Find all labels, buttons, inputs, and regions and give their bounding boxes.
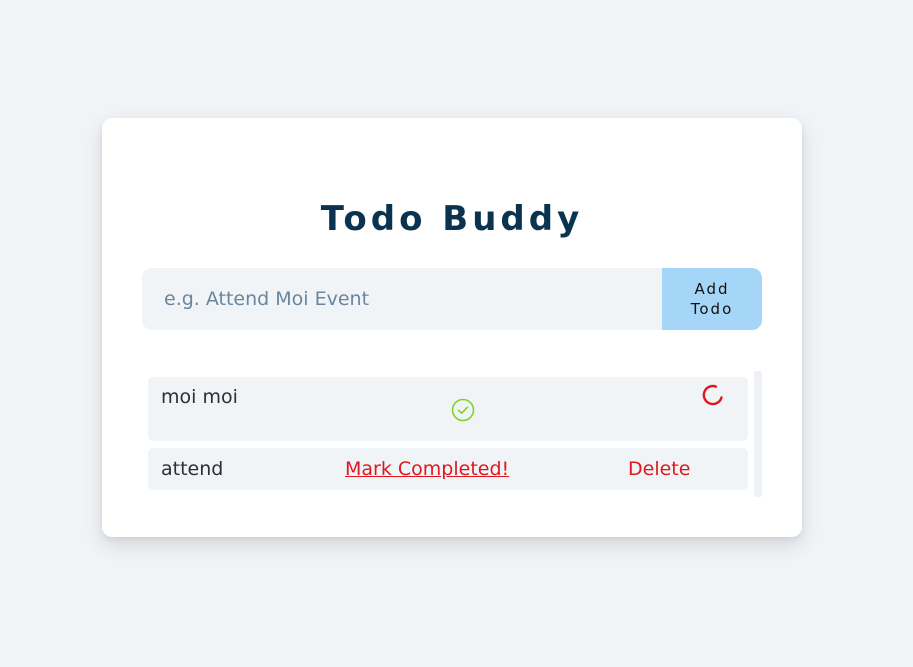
check-circle-icon bbox=[451, 398, 475, 422]
todo-card: Todo Buddy Add Todo moi moi attend Mark … bbox=[102, 118, 802, 537]
todo-item: moi moi bbox=[148, 377, 748, 441]
loading-spinner-icon bbox=[701, 383, 725, 407]
mark-completed-link[interactable]: Mark Completed! bbox=[345, 457, 509, 481]
todo-item: attend Mark Completed! Delete bbox=[148, 448, 748, 490]
todo-item-text: attend bbox=[161, 458, 224, 480]
delete-link[interactable]: Delete bbox=[628, 457, 690, 481]
add-todo-form: Add Todo bbox=[142, 268, 762, 330]
todo-input[interactable] bbox=[142, 268, 662, 330]
todo-list-scrollbar[interactable] bbox=[754, 371, 762, 497]
todo-item-text: moi moi bbox=[161, 386, 238, 408]
app-title: Todo Buddy bbox=[320, 199, 584, 239]
add-todo-button[interactable]: Add Todo bbox=[662, 268, 762, 330]
